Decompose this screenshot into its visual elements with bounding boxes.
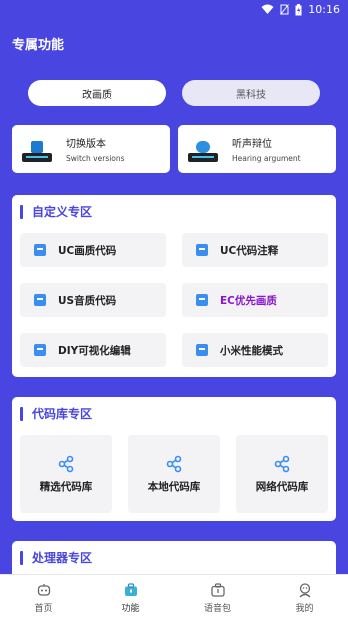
code-repo-section: 代码库专区 精选代码库 本地代码库 网络代码库 (12, 397, 336, 521)
nav-home[interactable]: 首页 (0, 575, 87, 620)
item-label: 小米性能模式 (220, 344, 283, 357)
share-icon (274, 455, 290, 473)
item-label: US音质代码 (58, 294, 117, 307)
uc-quality-code-item[interactable]: UC画质代码 (20, 233, 166, 267)
custom-section-title: 自定义专区 (32, 205, 93, 219)
briefcase-icon (124, 582, 137, 596)
xiaomi-performance-item[interactable]: 小米性能模式 (182, 333, 328, 367)
hearing-argument-title: 听声辩位 (232, 139, 272, 150)
no-sim-icon (280, 4, 290, 15)
nav-features[interactable]: 功能 (87, 575, 174, 620)
document-icon (34, 344, 46, 356)
bag-icon (210, 582, 225, 597)
share-icon (166, 455, 182, 473)
hearing-device-icon (188, 136, 218, 162)
item-label: UC代码注释 (220, 244, 279, 257)
repo-label: 本地代码库 (147, 481, 201, 493)
bottom-navigation: 首页 功能 语音包 我的 (0, 574, 348, 620)
robot-icon (37, 583, 50, 596)
network-repo-card[interactable]: 网络代码库 (236, 435, 328, 513)
section-marker (20, 550, 23, 565)
us-sound-code-item[interactable]: US音质代码 (20, 283, 166, 317)
page-title: 专属功能 (12, 38, 65, 53)
black-tech-button[interactable]: 黑科技 (182, 80, 320, 106)
featured-repo-card[interactable]: 精选代码库 (20, 435, 112, 513)
document-icon (34, 294, 46, 306)
hearing-argument-card[interactable]: 听声辩位 Hearing argument (178, 125, 336, 173)
status-icons: 10:16 (261, 3, 340, 16)
item-label: UC画质代码 (58, 244, 117, 257)
status-time: 10:16 (308, 3, 340, 16)
switch-version-title: 切换版本 (66, 139, 106, 150)
document-icon (196, 294, 208, 306)
profile-icon (299, 582, 310, 597)
nav-profile-label: 我的 (295, 603, 314, 614)
nav-home-label: 首页 (34, 603, 53, 614)
document-icon (34, 244, 46, 256)
hearing-argument-subtitle: Hearing argument (232, 154, 301, 163)
nav-voice-pack[interactable]: 语音包 (174, 575, 261, 620)
wifi-icon (261, 4, 274, 15)
local-repo-card[interactable]: 本地代码库 (128, 435, 220, 513)
controller-device-icon (22, 136, 52, 162)
item-label: DIY可视化编辑 (58, 344, 131, 357)
switch-version-card[interactable]: 切换版本 Switch versions (12, 125, 170, 173)
document-icon (196, 344, 208, 356)
share-icon (58, 455, 74, 473)
item-label: EC优先画质 (220, 294, 277, 307)
processor-section-title: 处理器专区 (32, 551, 93, 565)
nav-profile[interactable]: 我的 (261, 575, 348, 620)
repo-label: 精选代码库 (39, 481, 93, 493)
uc-code-notes-item[interactable]: UC代码注释 (182, 233, 328, 267)
repo-label: 网络代码库 (255, 481, 309, 493)
nav-features-label: 功能 (121, 603, 140, 614)
custom-section: 自定义专区 UC画质代码 UC代码注释 US音质代码 EC优先画质 DIY可视化… (12, 195, 336, 377)
switch-version-subtitle: Switch versions (66, 154, 125, 163)
ec-priority-quality-item[interactable]: EC优先画质 (182, 283, 328, 317)
battery-icon (295, 3, 302, 16)
status-bar: 10:16 (0, 0, 348, 22)
improve-quality-button[interactable]: 改画质 (28, 80, 166, 106)
document-icon (196, 244, 208, 256)
diy-visual-edit-item[interactable]: DIY可视化编辑 (20, 333, 166, 367)
section-marker (20, 204, 23, 219)
nav-voice-pack-label: 语音包 (203, 603, 231, 614)
section-marker (20, 406, 23, 421)
code-repo-section-title: 代码库专区 (32, 407, 93, 421)
